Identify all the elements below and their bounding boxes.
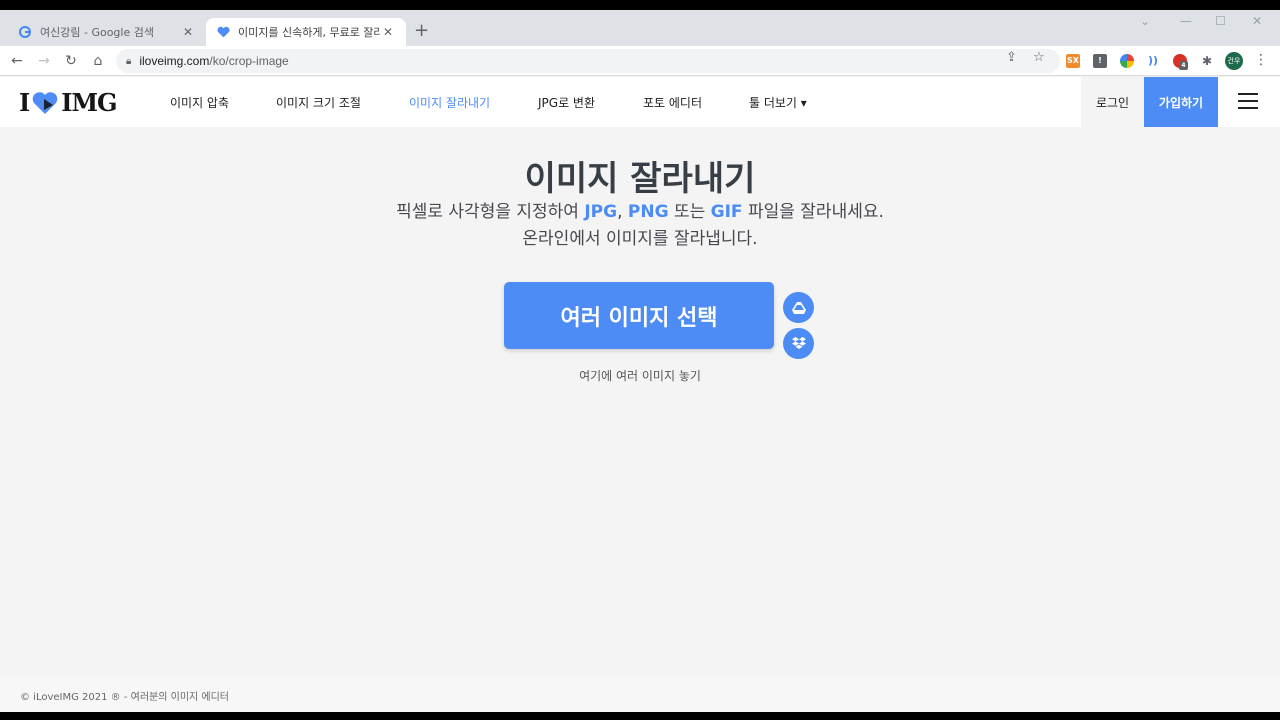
- forward-icon[interactable]: →: [35, 52, 53, 70]
- select-images-button[interactable]: 여러 이미지 선택: [504, 282, 774, 349]
- new-tab-button[interactable]: +: [414, 22, 429, 40]
- drop-hint: 여기에 여러 이미지 놓기: [579, 369, 701, 383]
- browser-window: 여신강림 - Google 검색 ✕ 이미지를 신속하게, 무료로 잘라 ✕ +…: [0, 10, 1280, 712]
- share-icon[interactable]: ⇪: [1006, 50, 1017, 65]
- tab-title: 여신강림 - Google 검색: [40, 26, 154, 39]
- dropbox-icon: [791, 337, 806, 349]
- tab-title: 이미지를 신속하게, 무료로 잘라: [238, 26, 380, 39]
- close-tab-icon[interactable]: ✕: [180, 25, 196, 39]
- extension-icon[interactable]: SX: [1066, 54, 1080, 68]
- puzzle-icon[interactable]: ✱: [1200, 54, 1214, 68]
- tab-iloveimg[interactable]: 이미지를 신속하게, 무료로 잘라 ✕: [206, 18, 406, 46]
- url-text: iloveimg.com/ko/crop-image: [139, 54, 289, 68]
- heart-icon: [32, 91, 58, 114]
- nav-crop-image[interactable]: 이미지 잘라내기: [409, 94, 490, 111]
- login-button[interactable]: 로그인: [1081, 77, 1144, 127]
- browser-toolbar: ← → ↻ ⌂ 🔒︎ iloveimg.com/ko/crop-image ⇪ …: [0, 46, 1280, 76]
- footer-copyright: © iLoveIMG 2021 ® - 여러분의 이미지 에디터: [20, 692, 229, 703]
- google-drive-button[interactable]: [783, 292, 814, 323]
- extension-icon[interactable]: 4: [1173, 54, 1188, 70]
- main-content: 이미지 잘라내기 픽셀로 사각형을 지정하여 JPG, PNG 또는 GIF 파…: [0, 127, 1280, 677]
- home-icon[interactable]: ⌂: [89, 52, 107, 70]
- audio-extension-icon[interactable]: )): [1146, 54, 1160, 68]
- close-window-icon[interactable]: ✕: [1252, 14, 1262, 28]
- extension-badge: 4: [1179, 61, 1188, 70]
- nav-photo-editor[interactable]: 포토 에디터: [643, 94, 702, 111]
- star-icon[interactable]: ☆: [1033, 50, 1045, 65]
- hamburger-menu-icon[interactable]: [1238, 93, 1258, 109]
- maximize-icon[interactable]: ☐: [1215, 14, 1226, 28]
- page-subtitle: 픽셀로 사각형을 지정하여 JPG, PNG 또는 GIF 파일을 잘라내세요.…: [0, 199, 1280, 253]
- tab-google-search[interactable]: 여신강림 - Google 검색 ✕: [8, 18, 206, 46]
- subtitle-line-2: 온라인에서 이미지를 잘라냅니다.: [522, 229, 758, 249]
- lock-icon: 🔒︎: [126, 55, 132, 67]
- nav-compress-image[interactable]: 이미지 압축: [170, 94, 229, 111]
- logo-text: I: [19, 88, 30, 117]
- avatar[interactable]: 건우: [1225, 52, 1243, 70]
- nav-more-tools[interactable]: 툴 더보기 ▾: [749, 94, 807, 111]
- close-tab-icon[interactable]: ✕: [380, 25, 396, 39]
- nav-resize-image[interactable]: 이미지 크기 조절: [276, 94, 361, 111]
- color-picker-icon[interactable]: [1120, 54, 1134, 68]
- dropbox-button[interactable]: [783, 328, 814, 359]
- tab-search-icon[interactable]: ⌄: [1140, 14, 1150, 28]
- subtitle-line-1: 픽셀로 사각형을 지정하여 JPG, PNG 또는 GIF 파일을 잘라내세요.: [396, 202, 884, 222]
- nav-convert-to-jpg[interactable]: JPG로 변환: [538, 94, 595, 111]
- address-bar[interactable]: 🔒︎ iloveimg.com/ko/crop-image: [116, 49, 1060, 73]
- signup-button[interactable]: 가입하기: [1144, 77, 1218, 127]
- google-icon: [18, 25, 32, 39]
- screen-frame: 여신강림 - Google 검색 ✕ 이미지를 신속하게, 무료로 잘라 ✕ +…: [0, 0, 1280, 720]
- page-title: 이미지 잘라내기: [524, 159, 756, 199]
- footer: © iLoveIMG 2021 ® - 여러분의 이미지 에디터: [0, 677, 1280, 712]
- heart-icon: [216, 25, 230, 39]
- logo[interactable]: I IMG: [19, 88, 118, 117]
- menu-icon[interactable]: ⋮: [1254, 52, 1268, 68]
- tab-strip: 여신강림 - Google 검색 ✕ 이미지를 신속하게, 무료로 잘라 ✕ +…: [0, 10, 1280, 46]
- extension-icon[interactable]: !: [1093, 54, 1107, 68]
- back-icon[interactable]: ←: [8, 52, 26, 70]
- minimize-icon[interactable]: —: [1180, 14, 1192, 28]
- site-header: I IMG 이미지 압축 이미지 크기 조절 이미지 잘라내기 JPG로 변환 …: [0, 77, 1280, 127]
- reload-icon[interactable]: ↻: [62, 52, 80, 70]
- google-drive-icon: [791, 301, 806, 314]
- logo-text: IMG: [61, 88, 117, 117]
